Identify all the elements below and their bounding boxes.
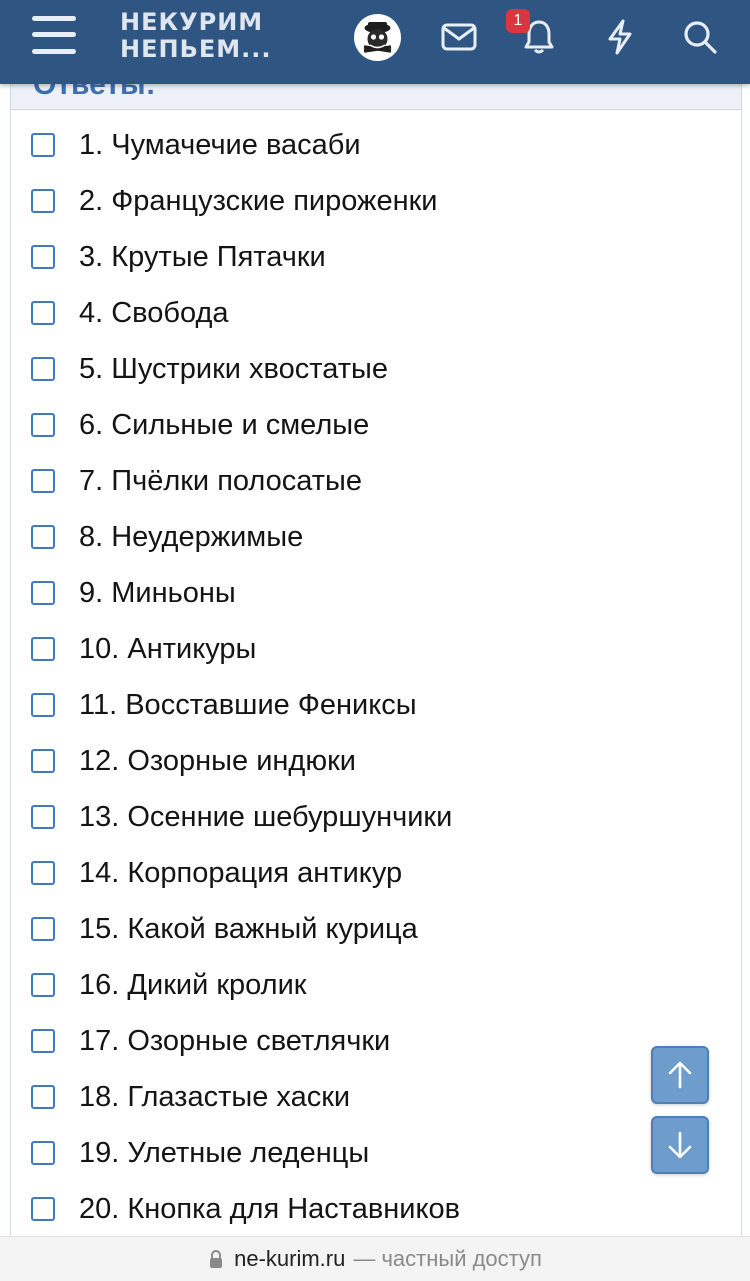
access-note: — частный доступ — [353, 1246, 542, 1271]
checkbox[interactable] — [31, 1085, 55, 1109]
section-header: Ответы: — [10, 84, 742, 110]
option-label: 8. Неудержимые — [79, 520, 304, 553]
mail-icon[interactable] — [439, 17, 479, 57]
poll-option[interactable]: 16. Дикий кролик — [31, 965, 306, 1005]
poll-option[interactable]: 11. Восставшие Фениксы — [31, 685, 417, 725]
poll-option[interactable]: 19. Улетные леденцы — [31, 1133, 369, 1173]
menu-icon[interactable] — [30, 14, 78, 56]
checkbox[interactable] — [31, 525, 55, 549]
scroll-up-button[interactable] — [651, 1046, 709, 1104]
poll-option[interactable]: 2. Французские пироженки — [31, 181, 437, 221]
poll-option[interactable]: 13. Осенние шебуршунчики — [31, 797, 452, 837]
checkbox[interactable] — [31, 413, 55, 437]
logo-line-2: НЕПЬЕМ... — [120, 35, 272, 63]
checkbox[interactable] — [31, 133, 55, 157]
checkbox[interactable] — [31, 861, 55, 885]
poll-option[interactable]: 17. Озорные светлячки — [31, 1021, 390, 1061]
checkbox[interactable] — [31, 973, 55, 997]
option-label: 12. Озорные индюки — [79, 744, 356, 777]
poll-option[interactable]: 15. Какой важный курица — [31, 909, 418, 949]
poll-option[interactable]: 12. Озорные индюки — [31, 741, 356, 781]
option-label: 2. Французские пироженки — [79, 184, 438, 217]
poll-option[interactable]: 8. Неудержимые — [31, 517, 303, 557]
arrow-up-icon — [668, 1061, 692, 1089]
checkbox[interactable] — [31, 749, 55, 773]
option-label: 16. Дикий кролик — [79, 968, 307, 1001]
poll-option[interactable]: 5. Шустрики хвостатые — [31, 349, 388, 389]
browser-address-bar[interactable]: ne-kurim.ru — частный доступ — [0, 1236, 750, 1281]
poll-option[interactable]: 3. Крутые Пятачки — [31, 237, 326, 277]
checkbox[interactable] — [31, 581, 55, 605]
top-navigation-bar: НЕКУРИМ НЕПЬЕМ... 1 — [0, 0, 750, 84]
site-domain: ne-kurim.ru — [234, 1246, 346, 1271]
option-label: 3. Крутые Пятачки — [79, 240, 326, 273]
poll-option[interactable]: 4. Свобода — [31, 293, 229, 333]
checkbox[interactable] — [31, 637, 55, 661]
poll-option[interactable]: 20. Кнопка для Наставников — [31, 1189, 460, 1229]
poll-option[interactable]: 14. Корпорация антикур — [31, 853, 402, 893]
checkbox[interactable] — [31, 245, 55, 269]
lightning-icon[interactable] — [600, 17, 640, 57]
option-label: 6. Сильные и смелые — [79, 408, 370, 441]
avatar[interactable] — [354, 14, 401, 61]
notification-badge: 1 — [506, 9, 530, 33]
checkbox[interactable] — [31, 1141, 55, 1165]
option-label: 20. Кнопка для Наставников — [79, 1192, 461, 1225]
poll-option[interactable]: 1. Чумачечие васаби — [31, 125, 361, 165]
logo-line-1: НЕКУРИМ — [120, 8, 264, 36]
checkbox[interactable] — [31, 469, 55, 493]
checkbox[interactable] — [31, 1029, 55, 1053]
option-label: 1. Чумачечие васаби — [79, 128, 361, 161]
option-label: 5. Шустрики хвостатые — [79, 352, 388, 385]
option-label: 4. Свобода — [79, 296, 229, 329]
checkbox[interactable] — [31, 357, 55, 381]
option-label: 15. Какой важный курица — [79, 912, 418, 945]
checkbox[interactable] — [31, 1197, 55, 1221]
option-label: 13. Осенние шебуршунчики — [79, 800, 453, 833]
option-label: 7. Пчёлки полосатые — [79, 464, 363, 497]
option-label: 10. Антикуры — [79, 632, 257, 665]
checkbox[interactable] — [31, 301, 55, 325]
search-icon[interactable] — [680, 17, 720, 57]
checkbox[interactable] — [31, 693, 55, 717]
poll-option[interactable]: 10. Антикуры — [31, 629, 256, 669]
option-label: 14. Корпорация антикур — [79, 856, 403, 889]
option-label: 19. Улетные леденцы — [79, 1136, 370, 1169]
arrow-down-icon — [668, 1131, 692, 1159]
checkbox[interactable] — [31, 189, 55, 213]
poll-option[interactable]: 6. Сильные и смелые — [31, 405, 369, 445]
site-logo[interactable]: НЕКУРИМ НЕПЬЕМ... — [120, 9, 272, 63]
option-label: 18. Глазастые хаски — [79, 1080, 351, 1113]
option-label: 17. Озорные светлячки — [79, 1024, 391, 1057]
scroll-down-button[interactable] — [651, 1116, 709, 1174]
poll-option[interactable]: 7. Пчёлки полосатые — [31, 461, 362, 501]
checkbox[interactable] — [31, 805, 55, 829]
poll-option[interactable]: 9. Миньоны — [31, 573, 236, 613]
option-label: 11. Восставшие Фениксы — [79, 688, 417, 721]
poll-options-list: 1. Чумачечие васаби 2. Французские пирож… — [10, 110, 742, 1236]
checkbox[interactable] — [31, 917, 55, 941]
poll-option[interactable]: 18. Глазастые хаски — [31, 1077, 350, 1117]
option-label: 9. Миньоны — [79, 576, 236, 609]
section-title: Ответы: — [33, 84, 156, 101]
lock-icon — [210, 1250, 223, 1268]
